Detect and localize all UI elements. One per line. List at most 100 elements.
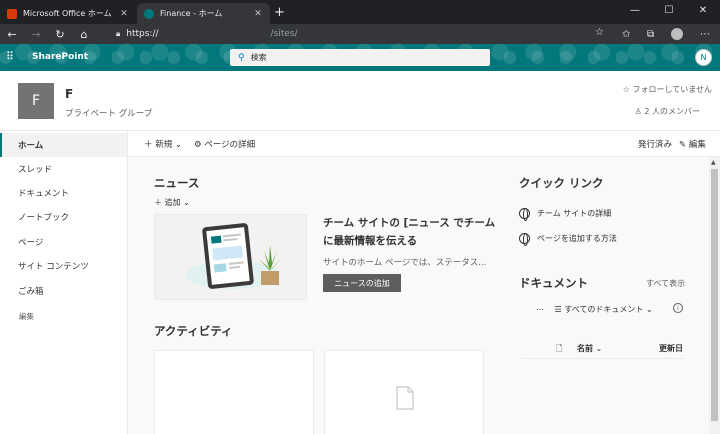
new-tab-button[interactable]: + — [274, 5, 285, 20]
page-details-label: ページの詳細 — [204, 140, 256, 150]
plus-icon: ＋ — [144, 140, 156, 150]
view-label: すべてのドキュメント — [564, 305, 644, 314]
chevron-down-icon: ⌄ — [593, 344, 603, 353]
list-icon: ☰ — [554, 305, 562, 314]
members-label: 2 人のメンバー — [644, 107, 700, 116]
collections-icon[interactable]: ⧉ — [647, 24, 654, 44]
activity-card[interactable] — [154, 350, 314, 434]
bookmark-star-icon[interactable]: ☆ — [595, 27, 604, 38]
tab-title: Finance - ホーム — [160, 9, 223, 18]
close-icon[interactable]: ✕ — [253, 9, 263, 19]
site-logo: F — [18, 83, 54, 119]
add-news-cta-button[interactable]: ニュースの追加 — [323, 274, 401, 292]
quick-link-item[interactable]: ページを追加する方法 — [519, 233, 617, 246]
search-input[interactable]: ⚲ 検索 — [230, 49, 490, 66]
plus-icon: ＋ — [154, 198, 165, 207]
file-type-icon: 🗋︎ — [556, 344, 563, 353]
document-icon — [396, 386, 414, 410]
star-icon: ☆ — [622, 85, 633, 94]
office-favicon-icon — [7, 8, 17, 19]
members-button[interactable]: ♙ 2 人のメンバー — [635, 106, 700, 117]
new-button[interactable]: ＋ 新規 ⌄ — [144, 138, 182, 150]
edit-label: 編集 — [688, 140, 706, 150]
app-launcher-icon[interactable]: ⠿ — [6, 51, 16, 62]
person-icon: ♙ — [634, 107, 642, 116]
documents-table-header: 🗋︎ 名前 ⌄ 更新日 — [521, 337, 685, 359]
window-close-icon[interactable]: ✕ — [686, 0, 720, 20]
browser-tab-office[interactable]: Microsoft Office ホーム ✕ — [0, 3, 136, 24]
activity-heading: アクティビティ — [154, 324, 233, 338]
nav-item-threads[interactable]: スレッド — [0, 157, 127, 181]
vertical-scrollbar[interactable]: ▲ — [709, 157, 720, 434]
account-avatar[interactable]: N — [695, 49, 712, 66]
url-path: /sites/ — [270, 29, 298, 39]
search-placeholder: 検索 — [250, 53, 267, 62]
news-illustration — [154, 214, 307, 300]
new-label: 新規 — [155, 140, 173, 150]
info-icon[interactable]: i — [673, 303, 683, 313]
column-header-modified[interactable]: 更新日 — [659, 343, 683, 354]
add-news-button[interactable]: ＋ 追加 ⌄ — [154, 197, 190, 208]
sharepoint-favicon-icon — [144, 8, 154, 19]
col-name-label: 名前 — [577, 344, 593, 353]
forward-icon[interactable]: → — [24, 28, 48, 41]
nav-edit-link[interactable]: 編集 — [19, 311, 34, 322]
news-card-title[interactable]: チーム サイトの [ニュース でチームに最新情報を伝える — [323, 214, 498, 250]
app-name[interactable]: SharePoint — [32, 52, 88, 62]
globe-icon — [519, 208, 530, 221]
back-icon[interactable]: ← — [0, 28, 24, 41]
browser-tab-strip: Microsoft Office ホーム ✕ Finance - ホーム ✕ +… — [0, 0, 720, 24]
profile-avatar[interactable] — [671, 24, 683, 44]
edit-button[interactable]: ✎ 編集 — [679, 138, 706, 150]
news-heading: ニュース — [154, 176, 200, 190]
site-title[interactable]: F — [65, 87, 73, 101]
command-bar: ＋ 新規 ⌄ ⚙ ページの詳細 発行済み ✎ 編集 — [128, 131, 720, 157]
tab-title: Microsoft Office ホーム — [23, 9, 112, 18]
more-menu-icon[interactable]: ⋯ — [700, 24, 710, 44]
news-card-description: サイトのホーム ページでは、ステータス... — [323, 258, 487, 268]
tablet-plant-illustration — [185, 223, 281, 289]
scrollbar-thumb[interactable] — [711, 169, 718, 421]
nav-item-notebook[interactable]: ノートブック — [0, 205, 127, 229]
published-status: 発行済み — [638, 140, 673, 150]
home-icon[interactable]: ⌂ — [72, 28, 96, 41]
site-header: F F プライベート グループ ☆ フォローしていません ♙ 2 人のメンバー — [0, 71, 720, 131]
quick-links-heading: クイック リンク — [519, 176, 604, 190]
quick-link-label: ページを追加する方法 — [537, 234, 617, 243]
nav-item-recycle-bin[interactable]: ごみ箱 — [0, 279, 127, 303]
close-icon[interactable]: ✕ — [119, 9, 129, 19]
pencil-icon: ✎ — [679, 140, 689, 150]
search-icon: ⚲ — [238, 52, 245, 63]
follow-label: フォローしていません — [632, 85, 712, 94]
page-content: ニュース ＋ 追加 ⌄ チーム サイトの [ニュース でチームに最新情報を伝える… — [128, 157, 709, 434]
more-icon[interactable]: ⋯ — [536, 305, 544, 314]
browser-tab-finance[interactable]: Finance - ホーム ✕ — [137, 3, 270, 24]
page-details-button[interactable]: ⚙ ページの詳細 — [194, 138, 255, 150]
follow-button[interactable]: ☆ フォローしていません — [623, 84, 712, 95]
favorites-icon[interactable]: ✩ — [622, 24, 630, 44]
lock-icon: 🔒︎ — [116, 29, 121, 38]
chevron-down-icon: ⌄ — [645, 305, 653, 314]
refresh-icon[interactable]: ↻ — [48, 28, 72, 41]
activity-card[interactable] — [324, 350, 484, 434]
gear-icon: ⚙ — [194, 140, 205, 150]
add-label: 追加 — [164, 198, 181, 207]
address-bar[interactable]: 🔒︎ https:// /sites/ ☆ — [108, 25, 612, 43]
nav-item-site-contents[interactable]: サイト コンテンツ — [0, 254, 127, 278]
minimize-icon[interactable]: — — [618, 0, 652, 20]
document-view-selector[interactable]: ⋯ ☰ すべてのドキュメント ⌄ — [536, 304, 653, 315]
column-header-name[interactable]: 名前 ⌄ — [577, 343, 602, 354]
show-all-link[interactable]: すべて表示 — [646, 278, 685, 289]
quick-link-label: チーム サイトの詳細 — [537, 209, 612, 218]
scroll-up-icon[interactable]: ▲ — [711, 159, 716, 166]
site-subtitle: プライベート グループ — [65, 109, 153, 119]
chevron-down-icon: ⌄ — [172, 140, 183, 150]
nav-item-documents[interactable]: ドキュメント — [0, 181, 127, 205]
quick-link-item[interactable]: チーム サイトの詳細 — [519, 208, 612, 221]
nav-item-home[interactable]: ホーム — [0, 133, 127, 157]
globe-icon — [519, 233, 530, 246]
documents-heading: ドキュメント — [519, 276, 588, 290]
nav-item-pages[interactable]: ページ — [0, 230, 127, 254]
maximize-icon[interactable]: ☐ — [652, 0, 686, 20]
left-navigation: ホーム スレッド ドキュメント ノートブック ページ サイト コンテンツ ごみ箱… — [0, 131, 128, 434]
